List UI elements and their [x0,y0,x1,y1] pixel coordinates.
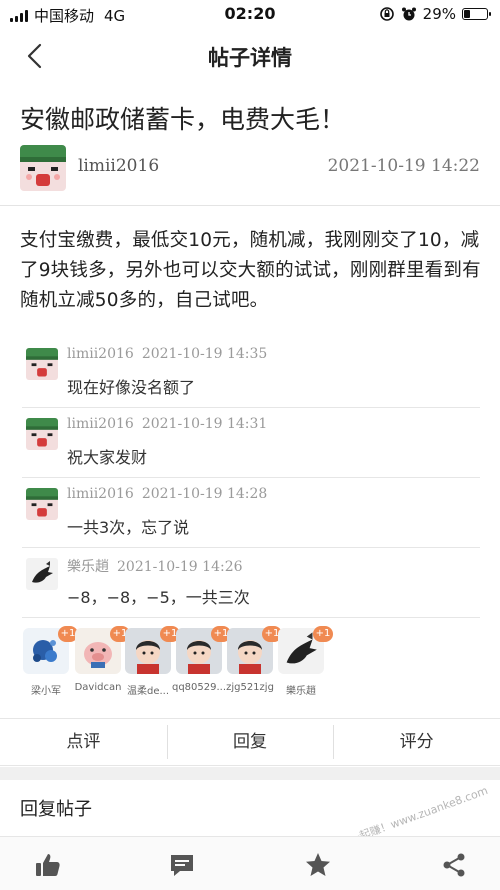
comment-time: 2021-10-19 14:28 [141,486,268,502]
rater-name: zjg521zjg [226,682,274,693]
rater-item[interactable]: +1 qq80529... [172,626,231,704]
action-bar: 点评 回复 评分 [0,718,500,766]
rater-name: Davidcan [74,682,122,693]
battery-icon [462,8,491,20]
rater-item[interactable]: +1 zjg521zjg [226,626,282,704]
rater-item[interactable]: +1 Davidcan [74,626,130,704]
comment-item[interactable]: 樂乐趙 2021-10-19 14:26 −8，−8，−5，一共三次 [22,548,480,618]
alarm-icon [401,7,416,21]
reply-post-link[interactable]: 回复帖子 [20,795,92,821]
comment-avatar[interactable] [26,348,58,380]
comment-username[interactable]: 樂乐趙 [67,559,109,575]
comment-text: 祝大家发财 [67,448,148,467]
rater-item[interactable]: +1 温柔de... [124,626,180,704]
plus-one-badge: +1 [313,626,333,642]
battery-level [464,10,470,18]
section-separator [0,767,500,780]
score-button[interactable]: 评分 [333,719,500,765]
comment-user-line: limii2016 2021-10-19 14:28 [67,486,267,502]
star-icon[interactable] [304,851,332,879]
comment-time: 2021-10-19 14:26 [117,559,243,575]
comment-avatar[interactable] [26,558,58,590]
nav-bar: 帖子详情 [0,30,500,82]
rater-list: +1 梁小军 +1 Davidcan +1 温柔de... +1 qq80529… [22,626,480,704]
comment-username[interactable]: limii2016 [67,416,134,432]
rater-name: qq80529... [171,682,227,693]
rater-name: 樂乐趙 [286,686,316,697]
post-time: 2021-10-19 14:22 [327,156,480,176]
comment-user-line: limii2016 2021-10-19 14:35 [67,346,267,362]
comment-text: 现在好像没名额了 [67,378,196,397]
comment-user-line: limii2016 2021-10-19 14:31 [67,416,267,432]
author-name[interactable]: limii2016 [78,156,159,176]
post-title: 安徽邮政储蓄卡，电费大毛！ [20,105,346,134]
comment-avatar[interactable] [26,418,58,450]
comment-time: 2021-10-19 14:35 [141,346,268,362]
comment-time: 2021-10-19 14:31 [141,416,268,432]
post-body: 支付宝缴费，最低交10元，随机减，我刚刚交了10，减了9块钱多，另外也可以交大额… [20,230,481,311]
share-icon[interactable] [440,851,468,879]
comment-text: 一共3次，忘了说 [67,518,190,537]
page-title: 帖子详情 [208,46,292,70]
thumbs-up-icon[interactable] [34,851,62,879]
comment-list: limii2016 2021-10-19 14:35 现在好像没名额了 limii… [22,338,480,618]
rate-button[interactable]: 点评 [0,719,167,765]
rater-item[interactable]: +1 梁小军 [22,626,78,704]
comment-icon[interactable] [168,851,196,879]
reply-button[interactable]: 回复 [166,719,334,765]
comment-user-line: 樂乐趙 2021-10-19 14:26 [67,556,243,576]
author-avatar[interactable] [20,145,66,191]
rater-name: 温柔de... [126,686,170,697]
rater-item[interactable]: +1 樂乐趙 [277,626,333,704]
rater-name: 梁小军 [31,686,61,697]
author-row: limii2016 2021-10-19 14:22 [20,145,480,193]
comment-item[interactable]: limii2016 2021-10-19 14:35 现在好像没名额了 [22,338,480,408]
comment-item[interactable]: limii2016 2021-10-19 14:28 一共3次，忘了说 [22,478,480,548]
bottom-toolbar [0,836,500,890]
battery-percent: 29% [422,5,456,23]
comment-item[interactable]: limii2016 2021-10-19 14:31 祝大家发财 [22,408,480,478]
divider [0,205,500,206]
rotation-lock-icon [379,7,394,21]
status-right: 29% [379,5,491,23]
comment-avatar[interactable] [26,488,58,520]
comment-username[interactable]: limii2016 [67,486,134,502]
status-bar: 中国移动 4G 02:20 29% [0,0,500,30]
comment-username[interactable]: limii2016 [67,346,134,362]
comment-text: −8，−8，−5，一共三次 [67,588,250,607]
